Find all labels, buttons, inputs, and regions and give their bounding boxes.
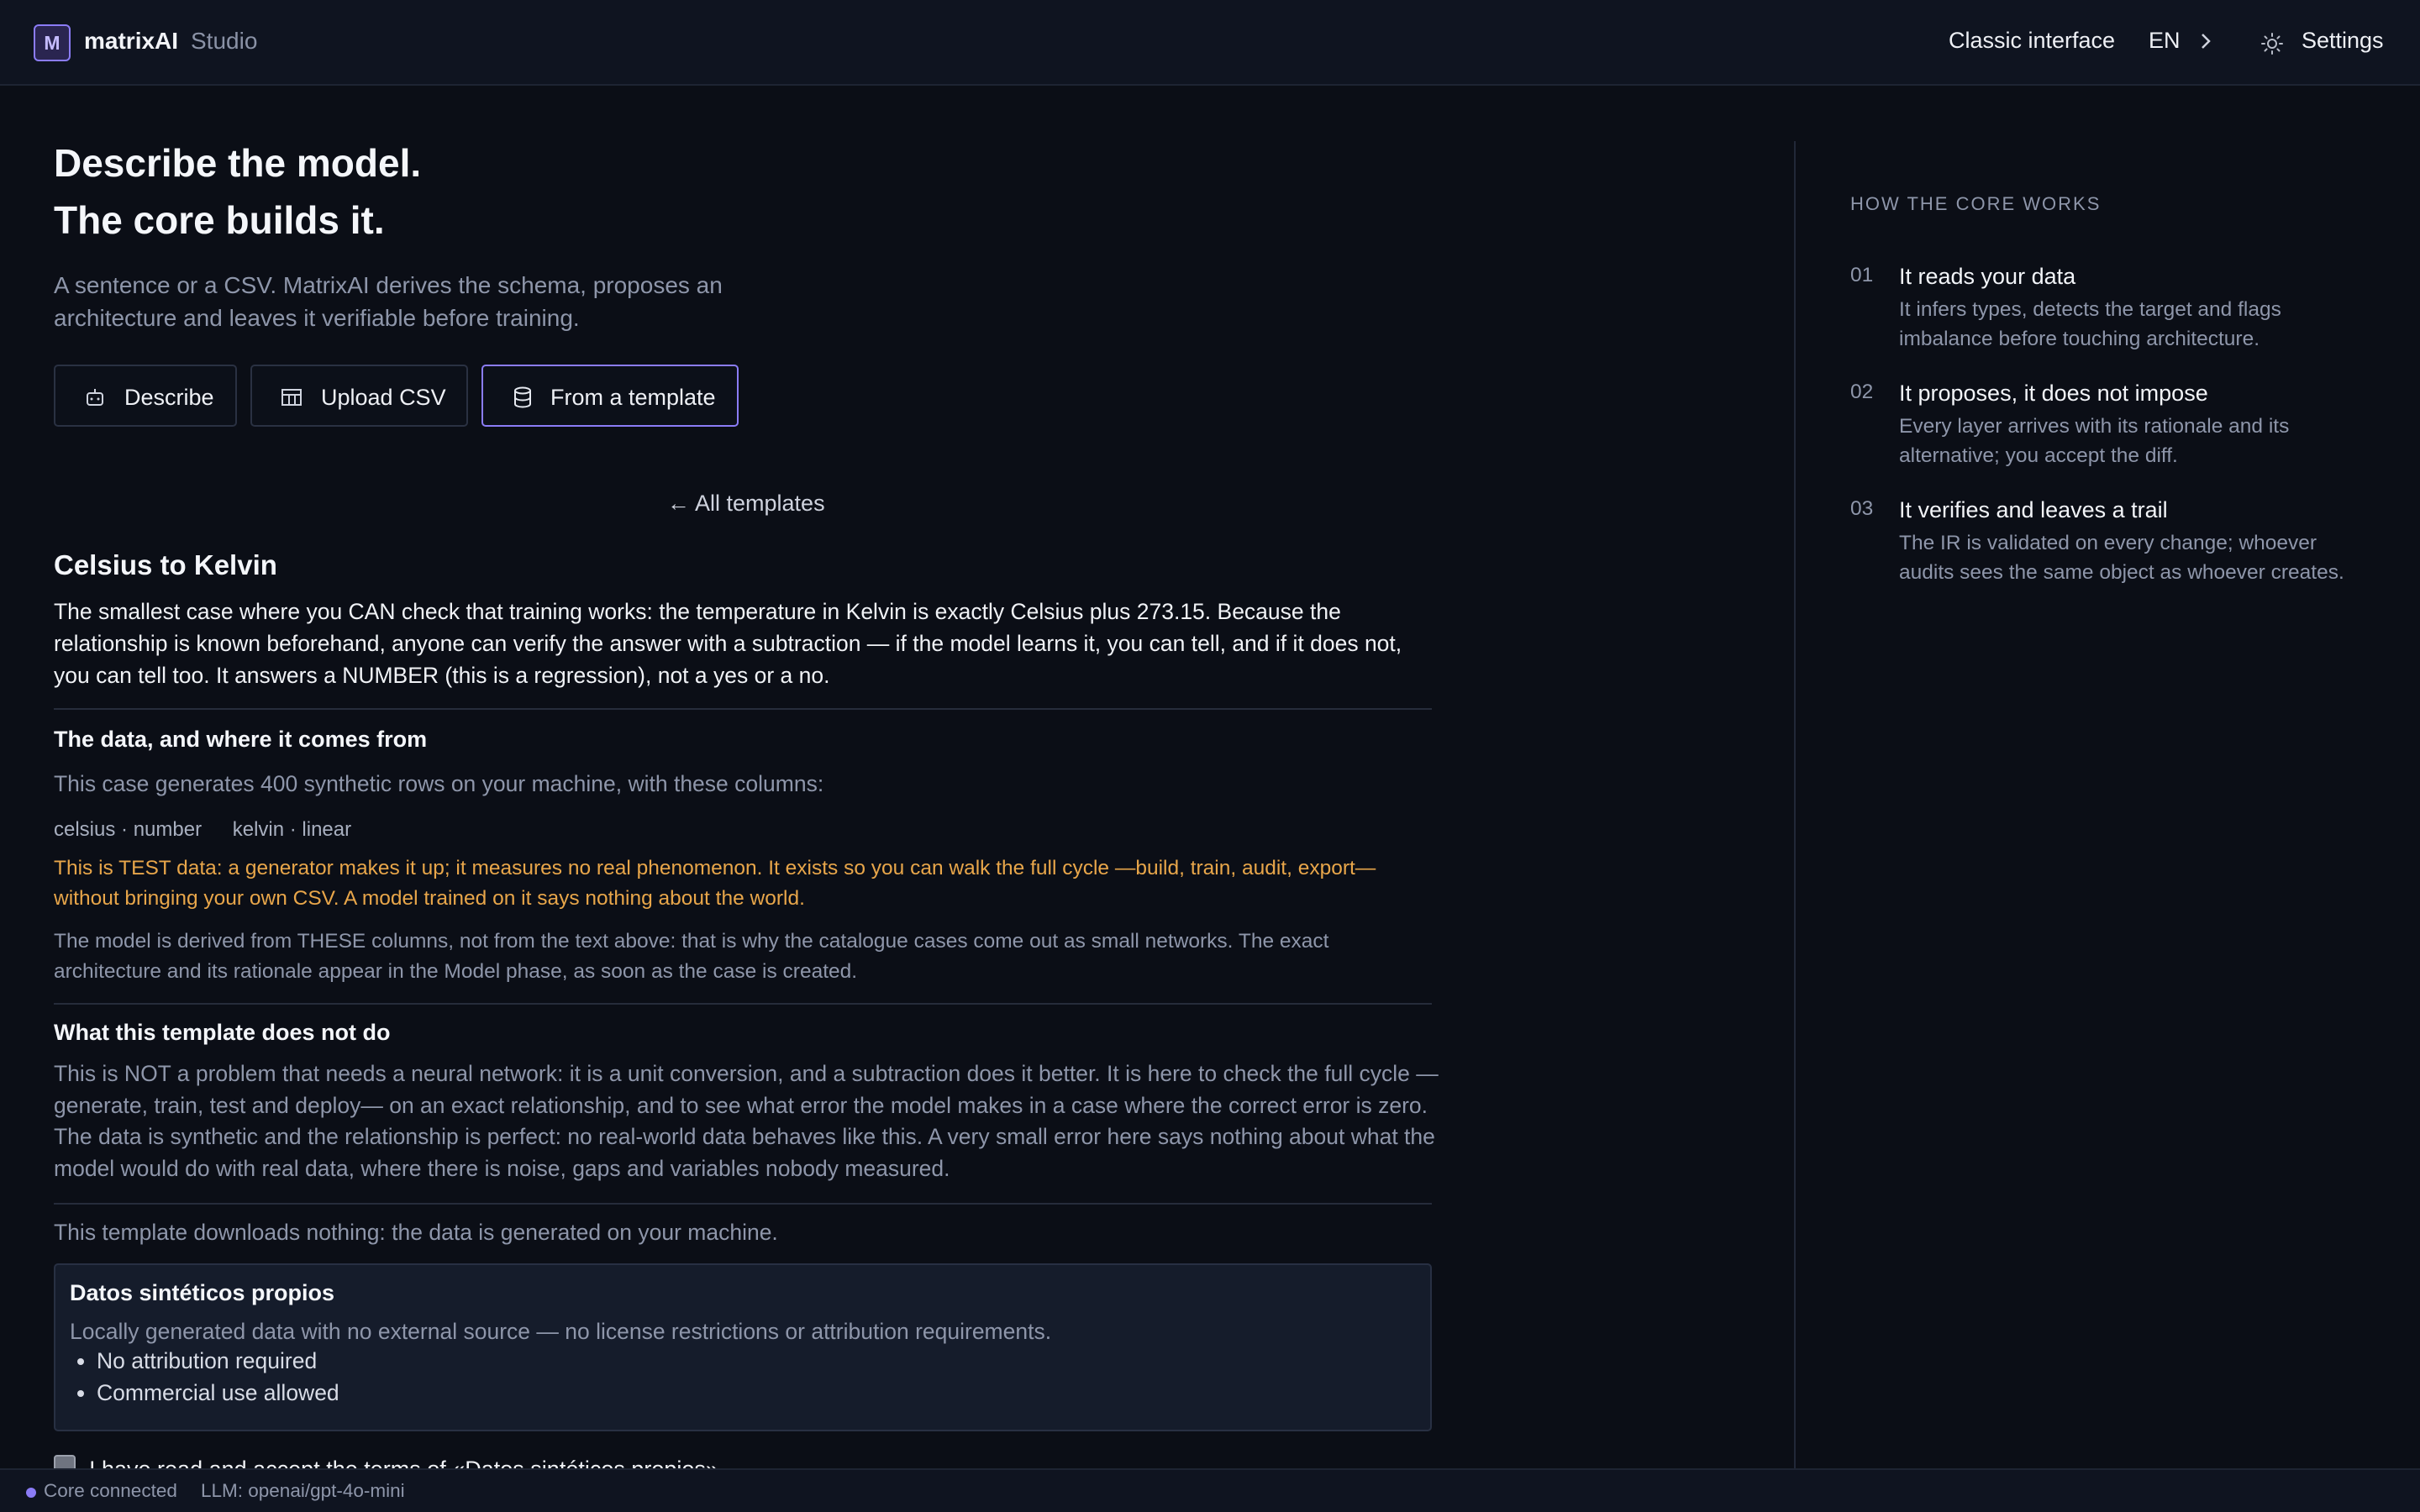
logo-icon: M xyxy=(34,24,71,61)
step-number: 02 xyxy=(1850,381,1874,403)
step-title: It verifies and leaves a trail xyxy=(1899,497,2168,522)
column-list: celsius · number kelvin · linear xyxy=(54,818,351,842)
llm-status: LLM: openai/gpt-4o-mini xyxy=(201,1480,405,1501)
license-terms: No attribution required Commercial use a… xyxy=(70,1345,339,1409)
step-title: It reads your data xyxy=(1899,264,2076,289)
data-intro: This case generates 400 synthetic rows o… xyxy=(54,771,824,796)
column-chip: celsius · number xyxy=(54,818,203,841)
sidebar-heading: HOW THE CORE WORKS xyxy=(1850,193,2102,214)
download-note: This template downloads nothing: the dat… xyxy=(54,1220,778,1245)
tab-upload-csv[interactable]: Upload CSV xyxy=(250,365,468,427)
status-dot-icon xyxy=(26,1488,36,1498)
step-number: 01 xyxy=(1850,264,1874,286)
brand-suffix: Studio xyxy=(191,28,258,54)
tab-from-template-label: From a template xyxy=(550,385,716,410)
divider xyxy=(54,1203,1432,1205)
divider xyxy=(54,1003,1432,1005)
list-item: No attribution required xyxy=(97,1345,339,1377)
not-do-heading: What this template does not do xyxy=(54,1020,391,1045)
classic-interface-link[interactable]: Classic interface xyxy=(1949,28,2115,54)
top-bar: M matrixAI Studio Classic interface EN S… xyxy=(0,0,2420,86)
data-heading: The data, and where it comes from xyxy=(54,727,428,752)
status-bar: Core connected LLM: openai/gpt-4o-mini xyxy=(0,1468,2420,1512)
chevron-right-icon[interactable] xyxy=(2196,32,2215,50)
page-title: Describe the model. The core builds it. xyxy=(54,134,1432,249)
derived-note: The model is derived from THESE columns,… xyxy=(54,930,1329,983)
test-data-warning: This is TEST data: a generator makes it … xyxy=(54,857,1376,910)
column-chip: kelvin · linear xyxy=(232,818,352,841)
template-description: The smallest case where you CAN check th… xyxy=(54,599,1402,688)
step-body: It infers types, detects the target and … xyxy=(1899,298,2281,350)
license-title: Datos sintéticos propios xyxy=(70,1280,335,1305)
step-body: The IR is validated on every change; who… xyxy=(1899,532,2344,584)
license-card: Datos sintéticos propios Locally generat… xyxy=(54,1263,1432,1431)
settings-link[interactable]: Settings xyxy=(2302,28,2384,54)
tab-describe-label: Describe xyxy=(124,385,214,410)
core-status: Core connected xyxy=(44,1480,177,1501)
step-title: It proposes, it does not impose xyxy=(1899,381,2208,406)
all-templates-link[interactable]: ← All templates xyxy=(667,491,825,517)
list-item: Commercial use allowed xyxy=(97,1377,339,1409)
page-title-line1: Describe the model. xyxy=(54,141,422,185)
main-content: Describe the model. The core builds it. … xyxy=(54,134,1439,1482)
how-it-works-panel: HOW THE CORE WORKS 01 It reads your data… xyxy=(1850,193,2354,584)
tab-describe[interactable]: Describe xyxy=(54,365,237,427)
table-icon xyxy=(281,389,302,406)
gear-icon[interactable] xyxy=(2260,32,2284,55)
page-title-line2: The core builds it. xyxy=(54,198,385,242)
page-lead: A sentence or a CSV. MatrixAI derives th… xyxy=(54,272,723,331)
tab-upload-csv-label: Upload CSV xyxy=(321,385,446,410)
license-description: Locally generated data with no external … xyxy=(70,1319,1052,1344)
robot-icon xyxy=(87,389,103,406)
database-icon xyxy=(514,386,531,408)
template-title: Celsius to Kelvin xyxy=(54,549,277,580)
tab-from-template[interactable]: From a template xyxy=(481,365,739,427)
step-body: Every layer arrives with its rationale a… xyxy=(1899,415,2290,467)
divider xyxy=(54,708,1432,710)
column-divider xyxy=(1794,141,1796,1468)
step-number: 03 xyxy=(1850,497,1874,520)
brand-name: matrixAI xyxy=(84,28,179,54)
language-selector[interactable]: EN xyxy=(2149,28,2181,54)
not-do-text: This is NOT a problem that needs a neura… xyxy=(54,1061,1439,1181)
